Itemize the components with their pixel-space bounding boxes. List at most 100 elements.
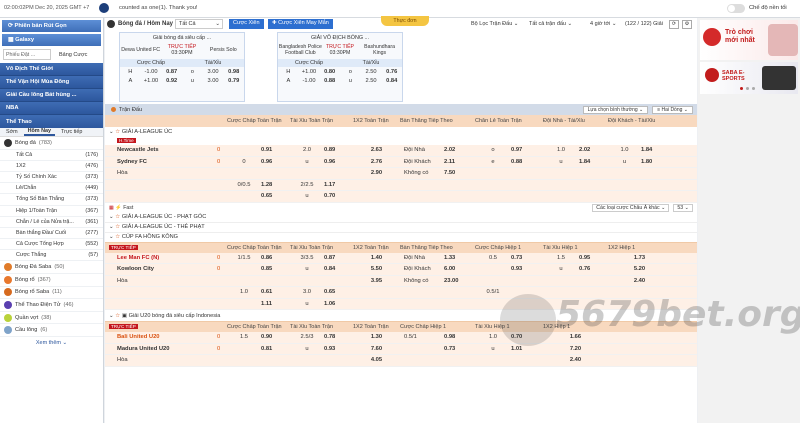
table-row[interactable]: Kowloon City 0 0.85 u 0.84 5.50 Đội Khách 6… (105, 264, 697, 276)
parlay-button[interactable]: Cược Xiên (229, 19, 264, 29)
esports-icon (4, 301, 12, 310)
odds-header: Cược Chấp Tài/Xỉu (278, 59, 402, 67)
table-row[interactable]: 1.11 u 1.06 (105, 299, 697, 310)
league-row[interactable]: ⌄ ☆ GIẢI A-LEAGUE ÚC - PHẠT GÓC (105, 212, 697, 223)
table-row[interactable]: Hòa 2.90 Không có 7.50 (105, 168, 697, 180)
two-line-select[interactable]: ≡ Hai Dòng ⌄ (652, 105, 693, 114)
tab-today[interactable]: Hôm Nay (23, 128, 55, 136)
betslip-link[interactable]: Bảng Cược (59, 52, 87, 58)
matches-bar: Trận Đấu Lựa chọn bình thường ⌄ ≡ Hai Dò… (105, 104, 697, 115)
cat-nba[interactable]: NBA (0, 102, 103, 115)
submenu-item[interactable]: Tỷ Số Chính Xác (373) (0, 172, 103, 184)
menu-tab[interactable]: Thực đơn (381, 16, 429, 26)
featured-league: GIẢI VÔ ĐỊCH BÓNG ... (310, 35, 370, 41)
table-row[interactable]: Lee Man FC (N) 0 1/1.5 0.86 3/3.5 0.87 1.40… (105, 253, 697, 264)
home-team: Bangladesh Police Football Club (278, 44, 322, 56)
other-bets-select[interactable]: Các loại cược Châu Á khác ⌄ (592, 203, 670, 212)
table-row[interactable]: Newcastle Jets 0 0.91 2.0 0.89 2.63 Đội Nh… (105, 145, 697, 157)
league-count: (122 / 122) Giải (625, 21, 663, 27)
table-row[interactable]: 1.0 0.61 3.0 0.65 0.5/1 (105, 287, 697, 299)
sidebar: ⟳ Phiên bản Rút Gọn ▦ Galaxy Phiếu Đặt .… (0, 18, 104, 423)
sort-select[interactable]: Lựa chọn bình thường ⌄ (582, 105, 649, 114)
cat-sports[interactable]: Thể Thao (0, 115, 103, 128)
hours-filter[interactable]: 4 giờ tới ⌄ (590, 21, 617, 27)
table-row[interactable]: Sydney FC 0 0 0.96 u 0.96 2.76 Đội Khách 2.1… (105, 157, 697, 168)
page-title: Bóng đá / Hôm Nay (118, 21, 174, 27)
size-select[interactable]: 53 ⌄ (673, 203, 693, 212)
sport-saba-soccer[interactable]: Bóng Đá Saba (50) (0, 261, 103, 275)
soccer-submenu: Tất Cả (176) 1X2 (476) Tỷ Số Chính Xác (373… (0, 150, 103, 262)
saba-soccer-icon (4, 263, 12, 272)
league-row[interactable]: ⌄ ☆ CÚP FA HỒNG KÔNG (105, 232, 697, 243)
submenu-item[interactable]: Chẵn / Lẻ của Nửa trậ... (361) (0, 217, 103, 228)
betslip-search-input[interactable]: Phiếu Đặt ... (3, 49, 51, 60)
cat-badminton[interactable]: Giải Cầu lông Bát hùng ... (0, 89, 103, 102)
submenu-item[interactable]: Bàn thắng Đầu/ Cuối (277) (0, 228, 103, 240)
all-matches-filter[interactable]: Tất cả trận đấu ⌄ (529, 21, 572, 27)
odds-row[interactable]: A -1.00 0.88 u 2.50 0.84 (278, 76, 402, 85)
table-row[interactable]: 0.65 u 0.70 (105, 191, 697, 203)
submenu-item[interactable]: Tổng Số Bàn Thắng (373) (0, 194, 103, 206)
promo-banner-saba[interactable]: SABA E-SPORTS (700, 62, 798, 94)
odds-row[interactable]: A +1.00 0.92 u 3.00 0.79 (120, 76, 244, 85)
table-row[interactable]: Hòa 3.95 Không có 23.00 2.40 (105, 276, 697, 287)
sport-tennis[interactable]: Quần vợt (38) (0, 312, 103, 325)
featured-match-card[interactable]: Giải bóng đá siêu cấp ... Dewa United FC… (119, 32, 245, 102)
table-row[interactable]: Hòa 4.05 2.40 (105, 355, 697, 367)
tennis-icon (4, 313, 12, 322)
person-image (768, 24, 798, 56)
tab-early[interactable]: Sớm (0, 129, 24, 135)
sidebar-tabs: Sớm Hôm Nay Trực tiếp (0, 128, 103, 137)
submenu-item[interactable]: Lẻ/Chẵn (449) (0, 183, 103, 195)
see-more-link[interactable]: Xem thêm ⌄ (0, 337, 103, 346)
odds-table: Trận Đấu Lựa chọn bình thường ⌄ ≡ Hai Dò… (105, 104, 697, 423)
table-row[interactable]: Bali United U20 0 1.5 0.90 2.5/3 0.78 1.30 … (105, 332, 697, 344)
kickoff-time: 03:30PM (329, 50, 351, 56)
carousel-dot[interactable] (740, 87, 743, 90)
refresh-icon[interactable]: ⟳ (669, 20, 679, 29)
featured-match-card[interactable]: GIẢI VÔ ĐỊCH BÓNG ... Bangladesh Police … (277, 32, 403, 102)
compact-version-button[interactable]: ⟳ Phiên bản Rút Gọn (2, 20, 101, 32)
fast-label[interactable]: Fast (123, 205, 133, 211)
submenu-item[interactable]: Hiệp 1/Toàn Trận (367) (0, 206, 103, 217)
settings-icon[interactable]: ⚙ (682, 20, 692, 29)
promo-banner-newest-games[interactable]: Trò chơi mới nhất (700, 20, 798, 60)
basketball-icon (4, 275, 12, 284)
market-filter-select[interactable]: Tất Cả ⌄ (175, 19, 223, 29)
cat-winter-olympics[interactable]: Thế Vận Hội Mùa Đông (0, 76, 103, 89)
odds-row[interactable]: H -1.00 0.87 o 3.00 0.98 (120, 67, 244, 76)
galaxy-button[interactable]: ▦ Galaxy (2, 34, 101, 46)
kickoff-time: 03:30PM (171, 50, 193, 56)
dark-mode-toggle[interactable] (727, 4, 745, 13)
flag-icon: ▦ ⚡ (109, 204, 124, 211)
tab-live[interactable]: Trực tiếp (55, 129, 88, 135)
submenu-item[interactable]: Cả Cược Tổng Hợp (552) (0, 239, 103, 251)
submenu-item[interactable]: Tất Cả (176) (0, 150, 103, 161)
sport-saba-basketball[interactable]: Bóng rổ Saba (11) (0, 287, 103, 300)
lucky-parlay-button[interactable]: ✚ Cược Xiên May Mắn (268, 19, 333, 29)
table-row[interactable]: 0/0.5 1.28 2/2.5 1.17 (105, 180, 697, 191)
star-icon[interactable]: ☆ (115, 129, 122, 135)
league-row[interactable]: ⌄ ☆ ▣ Giải U20 bóng đá siêu cấp Indonesi… (105, 310, 697, 322)
game-logo-icon (703, 28, 721, 46)
sport-basketball[interactable]: Bóng rổ (367) (0, 274, 103, 287)
odds-header: Cược Chấp Tài/Xỉu (120, 59, 244, 67)
sport-esports[interactable]: Thể Thao Điện Tử (46) (0, 299, 103, 312)
saba-logo-icon (705, 68, 719, 82)
cat-world-cup[interactable]: Vô Địch Thế Giới (0, 63, 103, 76)
odds-row[interactable]: H +1.00 0.80 o 2.50 0.76 (278, 67, 402, 76)
extra-bar: ▦ ⚡ Fast Các loại cược Châu Á khác ⌄ 53 … (105, 202, 697, 213)
carousel-dot[interactable] (746, 87, 749, 90)
sport-soccer[interactable]: Bóng đá (783) (0, 137, 103, 150)
match-filter[interactable]: Bộ Lọc Trận Đấu ⌄ (471, 21, 518, 27)
soccer-icon (99, 3, 109, 13)
table-row[interactable]: Madura United U20 0 0.81 u 0.93 7.60 0.73 … (105, 344, 697, 355)
carousel-dot[interactable] (752, 87, 755, 90)
submenu-item[interactable]: Cược Thắng (57) (0, 250, 103, 262)
league-row[interactable]: ⌄ ☆ GIẢI A-LEAGUE ÚC (105, 127, 697, 137)
featured-league: Giải bóng đá siêu cấp ... (152, 35, 212, 41)
submenu-item[interactable]: 1X2 (476) (0, 161, 103, 172)
sport-badminton[interactable]: Cầu lông (6) (0, 324, 103, 338)
league-row[interactable]: ⌄ ☆ GIẢI A-LEAGUE ÚC - THẺ PHẠT (105, 222, 697, 233)
car-image (762, 66, 796, 90)
